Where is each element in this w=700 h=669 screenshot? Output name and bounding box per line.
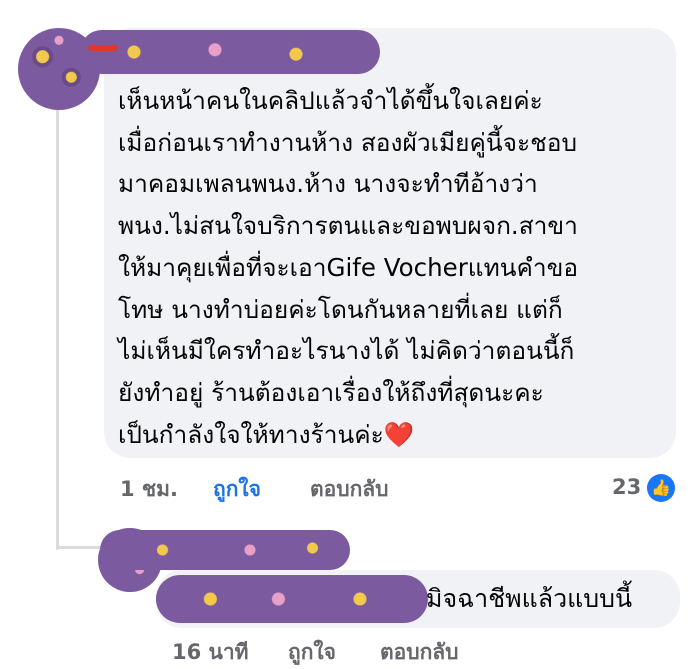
comment-line: เป็นกำลังใจให้ทางร้านค่ะ	[118, 419, 384, 449]
reply-timestamp[interactable]: 16 นาที	[172, 636, 249, 669]
comment-line: โทษ นางทำบ่อยค่ะโดนกันหลายที่เลย แต่ก็	[118, 294, 563, 324]
thumbs-up-icon: 👍	[647, 474, 676, 502]
redaction-mark	[88, 45, 118, 51]
comment-line: ให้มาคุยเพื่อที่จะเอาGife Vocherแทนคำขอ	[118, 252, 579, 282]
comment-line: มาคอมเพลนพนง.ห้าง นางจะทำทีอ้างว่า	[118, 169, 538, 199]
comment-line: ไม่เห็นมีใครทำอะไรนางได้ ไม่คิดว่าตอนนี้…	[118, 336, 575, 366]
thread-branch-line	[56, 546, 102, 549]
comment-line: พนง.ไม่สนใจบริการตนและขอพบผจก.สาขา	[118, 211, 578, 241]
thread-line	[56, 90, 59, 550]
reply-like-button[interactable]: ถูกใจ	[288, 636, 336, 669]
comment-timestamp[interactable]: 1 ชม.	[120, 473, 178, 506]
reaction-summary[interactable]: 23 👍	[612, 474, 676, 504]
reply-reply-button[interactable]: ตอบกลับ	[380, 636, 459, 669]
redacted-reply-author-name	[156, 575, 428, 623]
redacted-author-name	[80, 30, 380, 74]
comment-line: ยังทำอยู่ ร้านต้องเอาเรื่องให้ถึงที่สุดน…	[118, 377, 544, 407]
comment-line-last: เป็นกำลังใจให้ทางร้านค่ะ❤️	[118, 414, 666, 456]
like-button[interactable]: ถูกใจ	[213, 473, 261, 506]
redacted-reply-avatar-area	[100, 530, 350, 570]
reply-text: มิจฉาชีพแล้วแบบนี้	[426, 584, 633, 613]
reaction-count: 23	[612, 475, 642, 499]
comment-line: เห็นหน้าคนในคลิปแล้วจำได้ขึ้นใจเลยค่ะ	[118, 86, 543, 115]
reply-button[interactable]: ตอบกลับ	[310, 473, 389, 506]
comment-text: เห็นหน้าคนในคลิปแล้วจำได้ขึ้นใจเลยค่ะ เม…	[118, 80, 666, 455]
comment-line: เมื่อก่อนเราทำงานห้าง สองผัวเมียคู่นี้จะ…	[118, 127, 578, 157]
heart-emoji: ❤️	[383, 419, 415, 449]
